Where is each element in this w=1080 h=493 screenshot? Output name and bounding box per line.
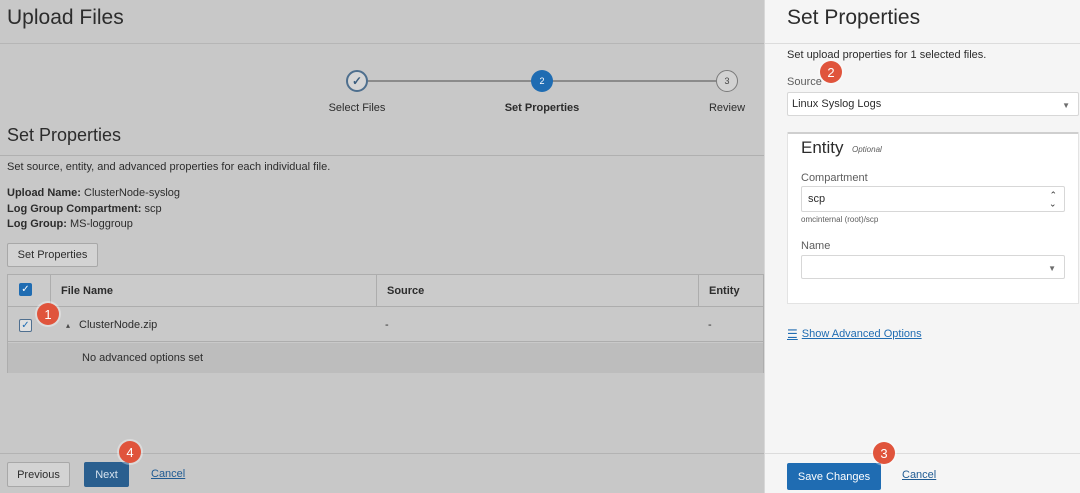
divider <box>788 132 1078 134</box>
source-select[interactable]: Linux Syslog Logs ▼ <box>787 92 1079 116</box>
upload-name-value: ClusterNode-syslog <box>84 187 181 199</box>
annotation-marker-4: 4 <box>119 441 141 463</box>
compartment-label: Log Group Compartment: <box>7 203 142 215</box>
upload-files-page: Upload Files ✓ Select Files 2 Set Proper… <box>0 0 764 493</box>
panel-title: Set Properties <box>787 6 921 29</box>
entity-title: Entity <box>801 138 844 157</box>
set-properties-panel: Set Properties Set upload properties for… <box>764 0 1080 493</box>
upload-name-info: Upload Name: ClusterNode-syslog <box>7 187 180 199</box>
step-3-circle[interactable]: 3 <box>716 70 738 92</box>
divider <box>0 43 764 44</box>
log-group-value: MS-loggroup <box>69 218 133 230</box>
footer-divider <box>0 453 764 454</box>
annotation-marker-3: 3 <box>873 442 895 464</box>
file-name-cell: ClusterNode.zip <box>79 319 158 331</box>
select-all-checkbox[interactable]: ✓ <box>19 283 32 296</box>
train-connector <box>368 80 532 82</box>
footer-divider <box>765 453 1080 454</box>
section-title: Set Properties <box>7 125 122 145</box>
table-header: ✓ File Name Source Entity <box>8 275 763 307</box>
optional-label: Optional <box>852 145 882 154</box>
save-changes-button[interactable]: Save Changes <box>787 463 881 490</box>
column-file-name[interactable]: File Name <box>50 275 386 307</box>
train-connector <box>552 80 716 82</box>
sliders-icon: ☰ <box>787 327 798 341</box>
panel-cancel-link[interactable]: Cancel <box>902 469 936 481</box>
step-train: ✓ Select Files 2 Set Properties 3 Review <box>0 60 764 130</box>
cancel-link[interactable]: Cancel <box>151 468 185 480</box>
upload-name-label: Upload Name: <box>7 187 81 199</box>
compartment-path: omcinternal (root)/scp <box>801 215 879 224</box>
column-entity[interactable]: Entity <box>698 275 765 307</box>
page-title: Upload Files <box>7 6 124 29</box>
compartment-label: Compartment <box>801 172 868 184</box>
check-icon: ✓ <box>19 319 32 332</box>
files-table: ✓ File Name Source Entity ✓ ▴ ClusterNod… <box>7 274 764 373</box>
next-button[interactable]: Next <box>84 462 129 487</box>
section-description: Set source, entity, and advanced propert… <box>7 161 331 173</box>
up-down-icon: ⌃ ⌃ <box>1049 190 1057 209</box>
row-checkbox[interactable]: ✓ <box>19 319 32 332</box>
set-properties-button[interactable]: Set Properties <box>7 243 98 267</box>
name-select[interactable]: ▼ <box>801 255 1065 279</box>
table-row[interactable]: ✓ ▴ ClusterNode.zip - - <box>8 308 763 342</box>
name-label: Name <box>801 240 831 252</box>
row-detail-text: No advanced options set <box>8 343 763 373</box>
log-group-info: Log Group: MS-loggroup <box>7 218 133 230</box>
show-advanced-options-link[interactable]: ☰ Show Advanced Options <box>787 327 922 341</box>
entity-cell: - <box>708 319 712 331</box>
step-1-label: Select Files <box>328 102 386 114</box>
annotation-marker-2: 2 <box>820 61 842 83</box>
caret-down-icon: ▼ <box>1048 264 1056 273</box>
triangle-expand-icon[interactable]: ▴ <box>66 308 70 342</box>
step-2-label: Set Properties <box>504 102 580 114</box>
source-label: Source <box>787 76 822 88</box>
advanced-link-label: Show Advanced Options <box>801 328 922 340</box>
source-select-value: Linux Syslog Logs <box>792 98 882 110</box>
compartment-value: scp <box>144 203 162 215</box>
step-3-label: Review <box>708 102 746 114</box>
log-group-label: Log Group: <box>7 218 67 230</box>
step-2-circle[interactable]: 2 <box>531 70 553 92</box>
annotation-marker-1: 1 <box>37 303 59 325</box>
previous-button[interactable]: Previous <box>7 462 70 487</box>
divider <box>765 43 1080 44</box>
panel-description: Set upload properties for 1 selected fil… <box>787 49 987 61</box>
caret-down-icon: ▼ <box>1062 101 1070 110</box>
entity-section: Entity Optional Compartment scp ⌃ ⌃ omcin… <box>787 132 1079 304</box>
source-cell: - <box>385 319 389 331</box>
compartment-select-value: scp <box>808 193 826 205</box>
check-icon: ✓ <box>19 283 32 296</box>
divider <box>0 155 764 156</box>
step-1-check-icon[interactable]: ✓ <box>346 70 368 92</box>
compartment-info: Log Group Compartment: scp <box>7 203 162 215</box>
column-source[interactable]: Source <box>376 275 698 307</box>
compartment-select[interactable]: scp ⌃ ⌃ <box>801 186 1065 212</box>
